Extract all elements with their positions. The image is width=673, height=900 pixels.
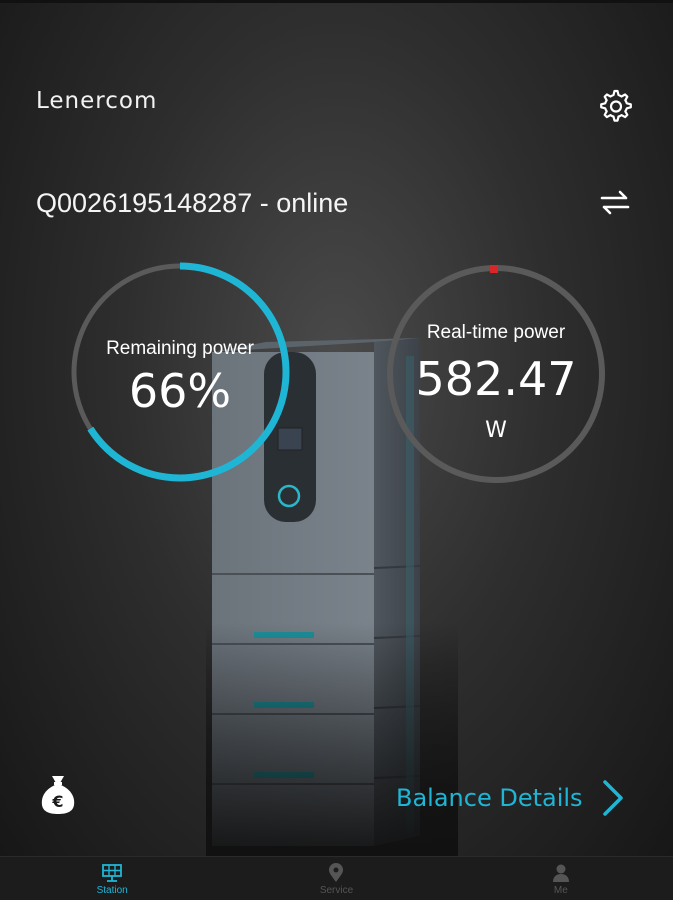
swap-arrows-icon[interactable] (598, 188, 632, 218)
balance-details-link[interactable]: Balance Details (396, 778, 625, 818)
realtime-power-label: Real-time power (426, 322, 566, 343)
person-icon (552, 864, 569, 882)
money-bag-euro-icon[interactable]: € (38, 772, 78, 816)
balance-details-label: Balance Details (396, 784, 583, 812)
tab-service-label: Service (319, 885, 354, 896)
tab-service[interactable]: Service (224, 857, 448, 900)
brand-logo: Lenercom (36, 88, 158, 114)
tab-me[interactable]: Me (449, 857, 673, 900)
remaining-power-value: 66% (128, 364, 232, 418)
gear-icon[interactable] (596, 85, 636, 125)
chevron-right-icon (602, 780, 623, 816)
remaining-power-gauge: Remaining power 66% (68, 260, 292, 484)
device-status-title: Q0026195148287 - online (36, 188, 349, 218)
tab-station[interactable]: Station (0, 857, 224, 900)
bottom-tab-bar: Station Service Me (0, 856, 673, 900)
realtime-power-unit: W (485, 418, 507, 443)
svg-text:€: € (51, 792, 63, 811)
realtime-power-gauge: Real-time power 582.47 W (384, 262, 608, 486)
remaining-power-label: Remaining power (106, 338, 254, 359)
top-frame-line (0, 0, 673, 3)
realtime-power-value: 582.47 (415, 352, 577, 406)
tab-me-label: Me (553, 885, 568, 896)
solar-panel-icon (102, 864, 123, 882)
tab-station-label: Station (96, 885, 128, 896)
location-pin-icon (329, 863, 344, 882)
station-screen: Lenercom Q0026195148287 - online Remaini… (0, 0, 673, 900)
realtime-indicator-mark (490, 265, 498, 273)
